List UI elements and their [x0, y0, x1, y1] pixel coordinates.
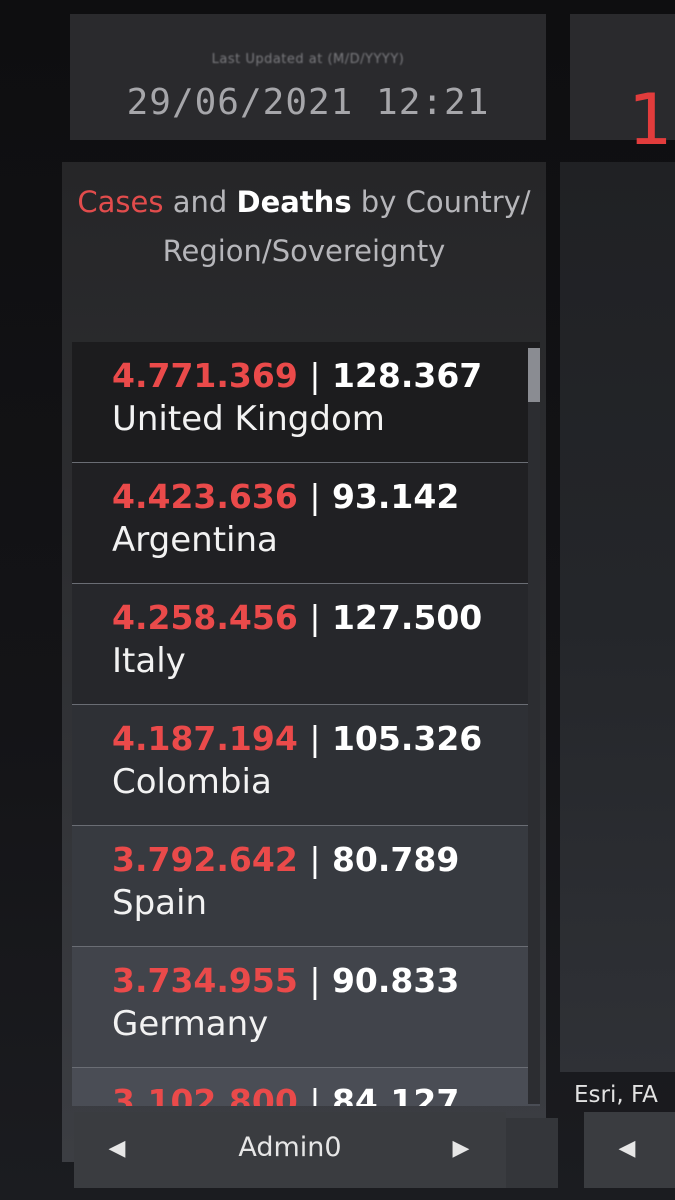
item-deaths: 128.367 — [331, 356, 483, 395]
item-separator: | — [309, 961, 321, 1000]
item-cases: 3.734.955 — [112, 961, 298, 1000]
list-item[interactable]: 4.423.636 | 93.142 Argentina — [72, 463, 540, 584]
item-cases: 3.792.642 — [112, 840, 298, 879]
item-country-name: United Kingdom — [112, 399, 385, 439]
item-numbers: 3.102.800 | 84.127 — [112, 1082, 540, 1106]
item-cases: 3.102.800 — [112, 1082, 298, 1106]
pager-label: Admin0 — [238, 1132, 342, 1163]
item-separator: | — [309, 356, 321, 395]
cases-deaths-list-panel: Cases and Deaths by Country/Region/Sover… — [62, 162, 546, 1162]
item-separator: | — [309, 477, 321, 516]
list-item[interactable]: 3.102.800 | 84.127 — [72, 1068, 540, 1106]
item-numbers: 4.258.456 | 127.500 — [112, 598, 540, 638]
map-attribution: Esri, FA — [574, 1082, 658, 1108]
last-updated-label: Last Updated at (M/D/YYYY) — [211, 52, 405, 67]
map-pager: ◀ — [584, 1112, 675, 1188]
item-separator: | — [309, 598, 321, 637]
item-cases: 4.258.456 — [112, 598, 298, 637]
item-numbers: 4.771.369 | 128.367 — [112, 356, 540, 396]
item-separator: | — [309, 840, 321, 879]
dashboard: Last Updated at (M/D/YYYY) 29/06/2021 12… — [0, 0, 675, 1200]
item-deaths: 127.500 — [331, 598, 483, 637]
last-updated-value: 29/06/2021 12:21 — [126, 82, 490, 123]
list-item[interactable]: 4.258.456 | 127.500 Italy — [72, 584, 540, 705]
list-scrollbar[interactable] — [528, 348, 540, 1104]
list-title: Cases and Deaths by Country/Region/Sover… — [62, 178, 546, 276]
item-separator: | — [309, 1082, 321, 1106]
item-numbers: 3.734.955 | 90.833 — [112, 961, 540, 1001]
list-item[interactable]: 4.771.369 | 128.367 United Kingdom — [72, 342, 540, 463]
total-count-value: 1 — [628, 79, 673, 161]
list-item[interactable]: 4.187.194 | 105.326 Colombia — [72, 705, 540, 826]
map-panel[interactable] — [560, 162, 675, 1072]
item-deaths: 93.142 — [331, 477, 460, 516]
item-numbers: 4.187.194 | 105.326 — [112, 719, 540, 759]
item-separator: | — [309, 719, 321, 758]
item-numbers: 3.792.642 | 80.789 — [112, 840, 540, 880]
chevron-right-icon[interactable]: ▶ — [446, 1134, 476, 1164]
list-title-and: and — [163, 185, 237, 219]
item-deaths: 105.326 — [331, 719, 483, 758]
item-deaths: 84.127 — [331, 1082, 460, 1106]
item-country-name: Colombia — [112, 762, 272, 802]
list-title-cases: Cases — [77, 185, 164, 219]
list-pager: ◀ Admin0 ▶ — [74, 1112, 506, 1188]
item-cases: 4.771.369 — [112, 356, 298, 395]
item-cases: 4.423.636 — [112, 477, 298, 516]
last-updated-panel: Last Updated at (M/D/YYYY) 29/06/2021 12… — [70, 14, 546, 140]
item-country-name: Germany — [112, 1004, 269, 1044]
list-title-deaths: Deaths — [236, 185, 352, 219]
item-cases: 4.187.194 — [112, 719, 298, 758]
item-country-name: Argentina — [112, 520, 278, 560]
item-country-name: Spain — [112, 883, 207, 923]
scrollbar-thumb[interactable] — [528, 348, 540, 402]
pager-corner — [506, 1118, 558, 1188]
total-count-panel: 1 — [570, 14, 675, 160]
chevron-left-icon[interactable]: ◀ — [612, 1134, 642, 1164]
item-numbers: 4.423.636 | 93.142 — [112, 477, 540, 517]
item-deaths: 80.789 — [331, 840, 460, 879]
list-item[interactable]: 3.792.642 | 80.789 Spain — [72, 826, 540, 947]
list-item[interactable]: 3.734.955 | 90.833 Germany — [72, 947, 540, 1068]
item-country-name: Italy — [112, 641, 186, 681]
country-list[interactable]: 4.771.369 | 128.367 United Kingdom 4.423… — [72, 342, 540, 1106]
item-deaths: 90.833 — [331, 961, 460, 1000]
